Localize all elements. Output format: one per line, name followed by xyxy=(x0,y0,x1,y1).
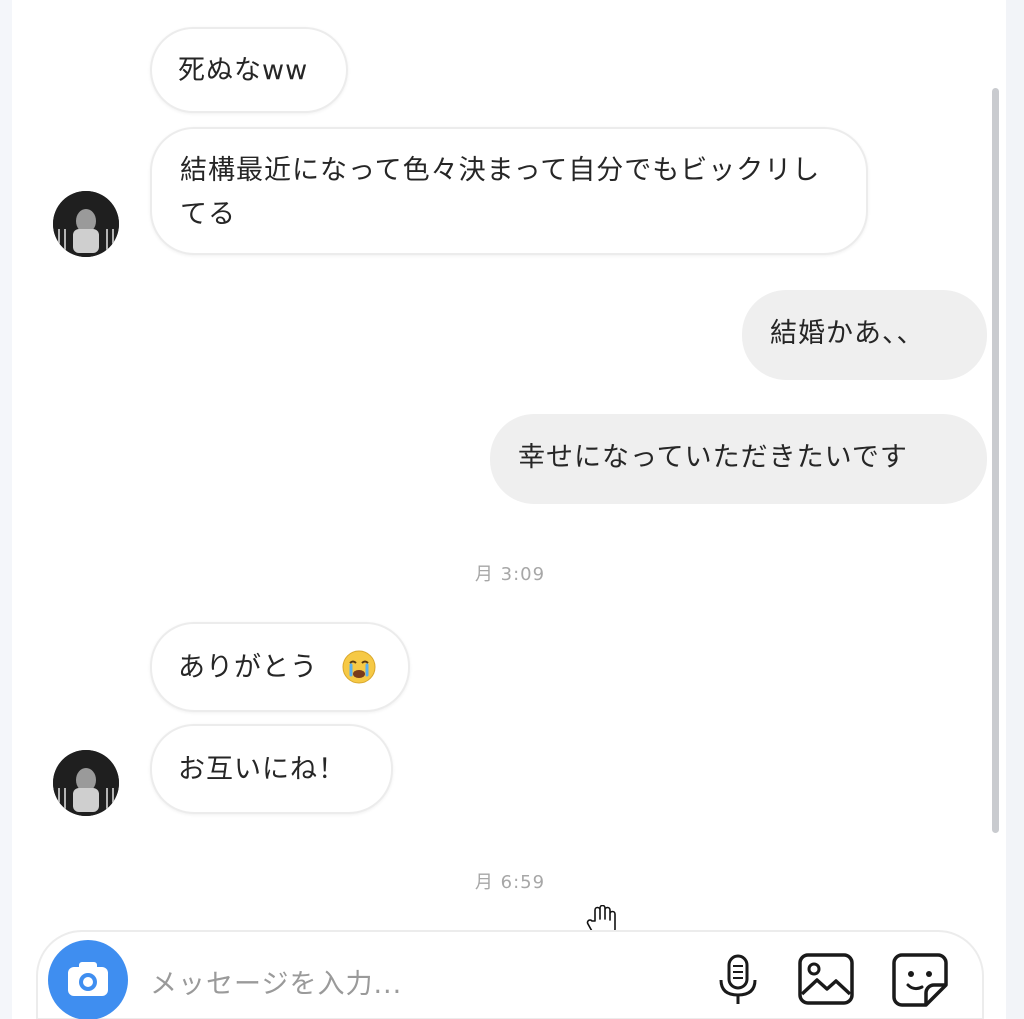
sticker-icon[interactable] xyxy=(890,950,950,1010)
avatar-image xyxy=(53,191,119,257)
message-bubble-outgoing[interactable]: 結婚かあ、、 xyxy=(742,290,987,380)
avatar[interactable] xyxy=(53,191,119,257)
image-icon[interactable] xyxy=(796,950,856,1010)
message-text: 死ぬなww xyxy=(178,55,309,86)
timestamp: 月 6:59 xyxy=(474,872,546,893)
avatar-image xyxy=(53,750,119,816)
left-edge xyxy=(0,0,12,1019)
avatar[interactable] xyxy=(53,750,119,816)
message-bubble-outgoing[interactable]: 幸せになっていただきたいです xyxy=(490,414,987,504)
camera-icon xyxy=(68,962,108,996)
message-bubble-incoming[interactable]: 死ぬなww xyxy=(150,27,348,113)
message-text: 幸せになっていただきたいです xyxy=(518,442,908,473)
scrollbar[interactable] xyxy=(992,88,999,833)
message-bubble-incoming[interactable]: お互いにね！ xyxy=(150,724,393,814)
message-bubble-incoming[interactable]: ありがとう xyxy=(150,622,410,712)
message-text: 結構最近になって色々決まって自分でもビックリしてる xyxy=(180,155,821,230)
microphone-icon[interactable] xyxy=(708,950,768,1010)
message-composer[interactable]: メッセージを入力... xyxy=(36,930,984,1019)
crying-face-icon xyxy=(342,650,376,684)
message-text: 結婚かあ、、 xyxy=(770,318,925,349)
timestamp: 月 3:09 xyxy=(474,564,546,585)
right-edge xyxy=(1006,0,1024,1019)
camera-button[interactable] xyxy=(48,940,128,1019)
message-input[interactable]: メッセージを入力... xyxy=(150,962,402,1001)
message-text: お互いにね！ xyxy=(178,754,346,785)
chat-screen: 死ぬなww 結構最近になって色々決まって自分でもビックリしてる 結婚かあ、、 幸… xyxy=(0,0,1024,1019)
message-text: ありがとう xyxy=(178,652,318,683)
message-bubble-incoming[interactable]: 結構最近になって色々決まって自分でもビックリしてる xyxy=(150,127,868,255)
